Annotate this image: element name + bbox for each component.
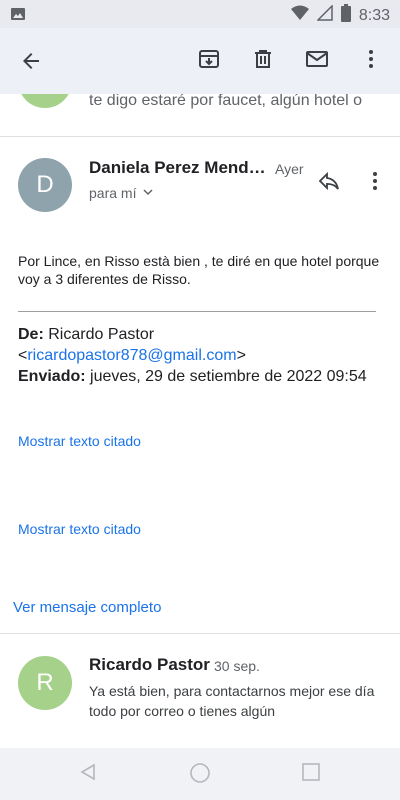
recipient-line[interactable]: para mí [89,185,154,201]
system-nav-bar [0,748,400,800]
nav-back-icon[interactable] [78,762,98,787]
status-time: 8:33 [358,6,390,24]
status-bar: 8:33 [0,0,400,28]
back-arrow-icon[interactable] [18,48,44,74]
sender-name[interactable]: Daniela Perez Mend… [89,158,266,178]
message-snippet[interactable]: Ya está bien, para contactarnos mejor es… [89,681,379,721]
wifi-icon [290,5,309,26]
delete-icon[interactable] [250,46,276,72]
avatar [18,94,72,108]
reply-icon[interactable] [316,168,342,194]
avatar[interactable]: D [18,158,72,212]
quote-divider [18,311,376,312]
recipient-label: para mí [89,185,137,201]
avatar-letter: R [36,669,54,696]
more-vert-icon[interactable] [358,46,384,72]
sent-value: jueves, 29 de setiembre de 2022 09:54 [90,368,367,385]
show-quoted-text-link[interactable]: Mostrar texto citado [18,433,141,449]
from-label: De: [18,326,44,343]
nav-recents-icon[interactable] [301,762,321,787]
top-app-bar [0,28,400,94]
sender-name[interactable]: Ricardo Pastor [89,655,210,675]
nav-home-icon[interactable] [189,762,211,789]
previous-message-snippet: te digo estaré por faucet, algún hotel o [89,94,363,109]
view-full-message-link[interactable]: Ver mensaje completo [13,599,161,616]
chevron-down-icon[interactable] [142,185,154,201]
more-vert-icon[interactable] [362,168,388,194]
divider [0,136,400,137]
archive-icon[interactable] [196,46,222,72]
mark-unread-icon[interactable] [304,46,330,72]
show-quoted-text-link[interactable]: Mostrar texto citado [18,521,141,537]
message-date: 30 sep. [214,658,260,674]
avatar[interactable]: R [18,656,72,710]
message-body: Por Lince, en Risso està bien , te diré … [18,253,380,287]
from-name: Ricardo Pastor [48,326,155,343]
signal-icon [316,4,333,26]
message-date: Ayer [275,161,304,177]
avatar-letter: D [36,171,54,198]
divider [0,633,400,634]
previous-message[interactable]: te digo estaré por faucet, algún hotel o [0,94,400,136]
from-email-link[interactable]: ricardopastor878@gmail.com [27,347,236,364]
sent-label: Enviado: [18,368,86,385]
image-icon [10,6,26,27]
quoted-header: De: Ricardo Pastor <ricardopastor878@gma… [18,326,367,385]
battery-icon [340,4,351,27]
